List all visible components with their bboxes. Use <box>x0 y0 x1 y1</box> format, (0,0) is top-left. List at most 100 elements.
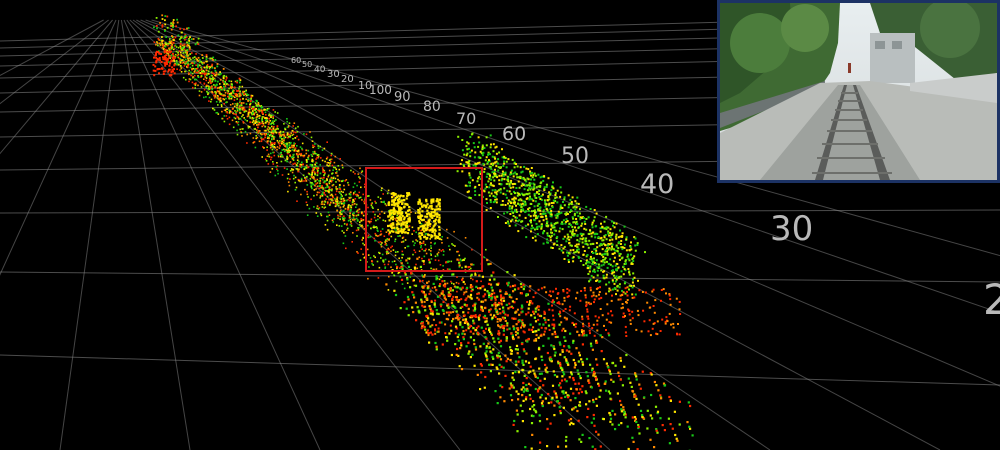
point <box>577 215 580 218</box>
point <box>298 179 300 182</box>
point <box>360 186 362 189</box>
point <box>386 192 389 195</box>
point <box>279 140 281 142</box>
point <box>319 213 322 215</box>
point <box>236 129 238 132</box>
point <box>574 226 576 229</box>
point <box>563 345 566 348</box>
point <box>464 184 467 187</box>
point <box>328 214 331 216</box>
point <box>328 164 331 167</box>
point <box>581 318 584 321</box>
point <box>490 274 493 277</box>
point <box>422 240 425 243</box>
point <box>573 366 576 369</box>
point <box>425 198 428 201</box>
point <box>547 337 550 340</box>
point <box>408 225 411 227</box>
point <box>610 378 613 381</box>
point <box>494 146 497 149</box>
point <box>413 244 415 247</box>
point <box>477 287 480 290</box>
point <box>428 261 431 264</box>
point <box>598 280 601 283</box>
point <box>628 273 631 276</box>
point <box>270 158 272 161</box>
point <box>164 45 167 48</box>
point <box>533 172 536 175</box>
point <box>433 303 436 306</box>
point <box>559 386 562 389</box>
point <box>313 194 315 197</box>
point <box>207 72 210 75</box>
point <box>564 439 568 442</box>
point <box>307 149 310 152</box>
point <box>607 366 610 369</box>
point <box>382 193 384 195</box>
point <box>467 311 470 314</box>
point <box>593 270 596 273</box>
point <box>518 204 521 207</box>
point <box>385 231 388 233</box>
point <box>479 287 482 290</box>
point <box>223 102 225 105</box>
point <box>519 166 522 169</box>
point <box>321 177 323 179</box>
point <box>538 189 541 192</box>
point <box>283 143 285 146</box>
point <box>233 105 236 108</box>
point <box>257 126 259 129</box>
point <box>277 155 280 158</box>
point <box>429 290 432 293</box>
point <box>622 315 625 318</box>
point <box>265 117 267 119</box>
point <box>535 222 538 225</box>
point <box>188 59 190 62</box>
point <box>297 153 299 156</box>
point <box>617 298 620 301</box>
point <box>539 176 542 179</box>
point <box>502 192 505 195</box>
point <box>564 212 567 215</box>
point <box>484 187 487 190</box>
point <box>438 214 441 217</box>
point <box>516 165 519 168</box>
point <box>412 311 415 314</box>
point <box>485 209 488 211</box>
point <box>622 265 625 268</box>
point <box>552 187 555 190</box>
point <box>225 76 228 79</box>
point <box>430 301 433 303</box>
point <box>419 265 422 268</box>
point <box>532 369 535 372</box>
point <box>239 98 242 101</box>
point <box>335 181 337 183</box>
point <box>597 433 600 436</box>
point <box>264 111 267 114</box>
point <box>689 427 692 430</box>
point <box>387 263 390 266</box>
point <box>485 136 488 139</box>
point <box>311 140 314 142</box>
point <box>236 122 239 124</box>
point <box>286 142 289 145</box>
point <box>556 214 559 217</box>
point <box>609 372 612 376</box>
point <box>599 445 602 448</box>
point <box>381 228 384 230</box>
point <box>529 370 532 373</box>
point <box>630 241 632 244</box>
point <box>575 347 578 350</box>
point <box>484 159 487 162</box>
lidar-viewer[interactable]: 30 40 50 60 70 80 90 100 10 20 30 40 50 … <box>0 0 1000 450</box>
point <box>478 141 481 144</box>
point <box>600 269 603 272</box>
point <box>591 223 594 226</box>
point <box>649 414 652 417</box>
point <box>172 39 175 41</box>
point <box>521 359 524 362</box>
point <box>214 70 217 72</box>
point <box>434 255 437 258</box>
point <box>521 310 524 313</box>
point <box>362 214 365 217</box>
